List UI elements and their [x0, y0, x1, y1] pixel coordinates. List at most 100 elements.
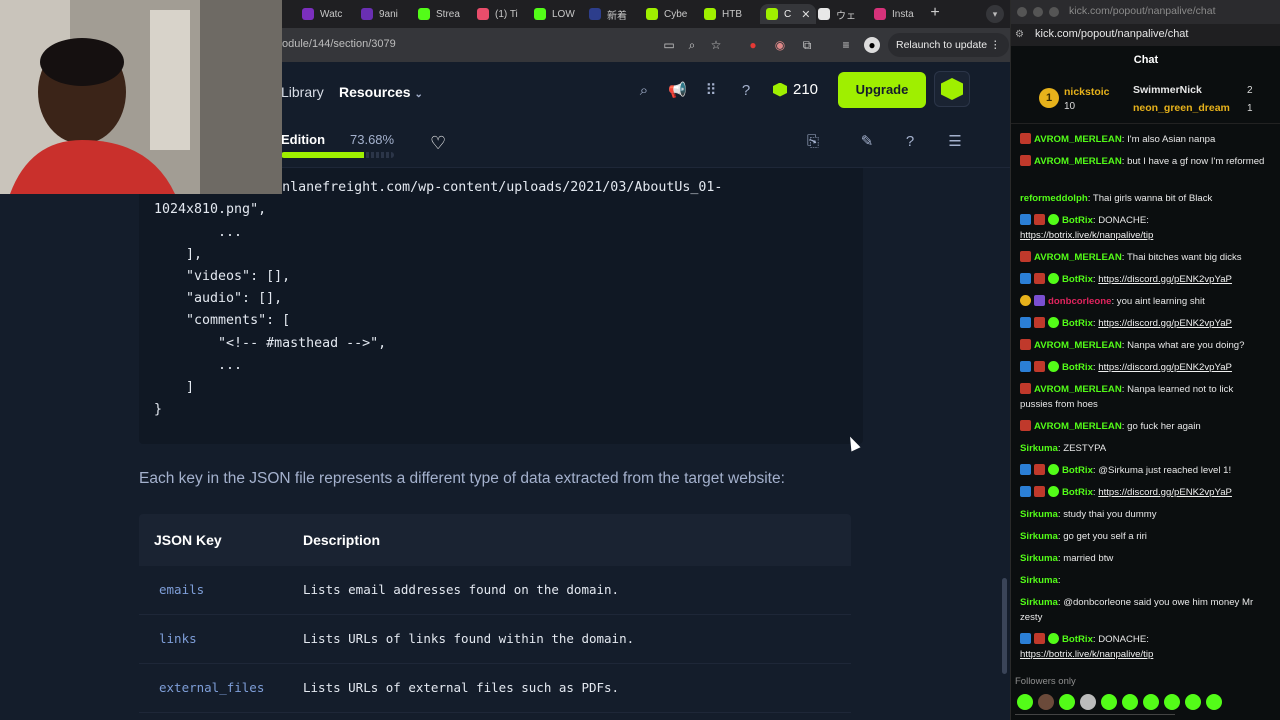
chat-link[interactable]: https://discord.gg/pENK2vpYaP	[1098, 274, 1232, 285]
emote-icon[interactable]	[1185, 694, 1201, 710]
chat-username[interactable]: BotRix	[1062, 465, 1093, 476]
chat-link[interactable]: https://botrix.live/k/nanpalive/tip	[1020, 230, 1153, 241]
chat-username[interactable]: BotRix	[1062, 362, 1093, 373]
cast-icon[interactable]: ▭	[661, 37, 677, 53]
chat-username[interactable]: BotRix	[1062, 487, 1093, 498]
favorite-heart-icon[interactable]: ♡	[430, 133, 446, 154]
profile-avatar-icon[interactable]: ●	[864, 37, 880, 53]
extension-icon[interactable]: ◉	[772, 37, 788, 53]
chat-link[interactable]: https://botrix.live/k/nanpalive/tip	[1020, 649, 1153, 660]
tab-favicon-icon	[766, 8, 778, 20]
chat-header: Chat	[1011, 46, 1280, 76]
relaunch-to-update-button[interactable]: Relaunch to update ⋮	[888, 33, 1009, 57]
json-key-cell: links	[159, 631, 197, 646]
emote-icon[interactable]	[1059, 694, 1075, 710]
emote-icon[interactable]	[1143, 694, 1159, 710]
close-tab-icon[interactable]: ✕	[801, 8, 810, 21]
chat-username[interactable]: AVROM_MERLEAN	[1034, 156, 1122, 167]
user-badge-icon	[1020, 214, 1031, 225]
chat-link[interactable]: https://discord.gg/pENK2vpYaP	[1098, 362, 1232, 373]
chat-username[interactable]: BotRix	[1062, 274, 1093, 285]
chat-window-titlebar: kick.com/popout/nanpalive/chat	[1011, 0, 1280, 24]
chat-message: BotRix: @Sirkuma just reached level 1!	[1020, 464, 1268, 479]
chat-username[interactable]: BotRix	[1062, 634, 1093, 645]
new-tab-button[interactable]: +	[928, 4, 942, 22]
chat-username[interactable]: AVROM_MERLEAN	[1034, 252, 1122, 263]
browser-tab[interactable]: 新着	[589, 4, 627, 24]
maximize-window-icon[interactable]	[1049, 7, 1059, 17]
browser-tab[interactable]: Strea	[418, 4, 460, 24]
browser-tab[interactable]: ウェ	[818, 4, 856, 24]
chat-username[interactable]: AVROM_MERLEAN	[1034, 340, 1122, 351]
browser-tab[interactable]: HTB	[704, 4, 742, 24]
emote-icon[interactable]	[1101, 694, 1117, 710]
user-badge-icon	[1034, 317, 1045, 328]
emote-icon[interactable]	[1122, 694, 1138, 710]
extension-red-icon[interactable]: ●	[745, 37, 761, 53]
emote-icon[interactable]	[1206, 694, 1222, 710]
chat-message: BotRix: https://discord.gg/pENK2vpYaP	[1020, 317, 1268, 332]
browser-tab[interactable]: LOW	[534, 4, 575, 24]
browser-tab[interactable]: Cybe	[646, 4, 687, 24]
search-icon[interactable]: ⌕	[635, 82, 653, 100]
question-icon[interactable]: ?	[901, 133, 919, 151]
module-files-icon[interactable]: ⎘	[804, 133, 822, 151]
chat-username[interactable]: Sirkuma	[1020, 553, 1058, 564]
htb-logo[interactable]	[934, 71, 970, 107]
tab-label: HTB	[722, 8, 742, 20]
help-icon[interactable]: ?	[737, 82, 755, 100]
chat-username[interactable]: Sirkuma	[1020, 509, 1058, 520]
extensions-puzzle-icon[interactable]: ⧉	[799, 37, 815, 53]
notes-pen-icon[interactable]: ✎	[858, 133, 876, 151]
url-field[interactable]: odule/144/section/3079	[282, 38, 396, 50]
chat-username[interactable]: donbcorleone	[1048, 296, 1111, 307]
emote-icon[interactable]	[1017, 694, 1033, 710]
close-window-icon[interactable]	[1017, 7, 1027, 17]
browser-tab[interactable]: C ✕	[760, 4, 817, 24]
nav-library-link[interactable]: Library	[281, 84, 324, 100]
chat-username[interactable]: AVROM_MERLEAN	[1034, 134, 1122, 145]
apps-grid-icon[interactable]: ⠿	[702, 82, 720, 100]
chat-url[interactable]: kick.com/popout/nanpalive/chat	[1035, 28, 1188, 40]
chat-username[interactable]: reformeddolph	[1020, 193, 1088, 204]
leader-second-name[interactable]: SwimmerNick	[1133, 84, 1202, 96]
chat-username[interactable]: Sirkuma	[1020, 531, 1058, 542]
emote-icon[interactable]	[1038, 694, 1054, 710]
minimize-window-icon[interactable]	[1033, 7, 1043, 17]
chat-username[interactable]: Sirkuma	[1020, 575, 1058, 586]
chat-username[interactable]: AVROM_MERLEAN	[1034, 384, 1122, 395]
header-json-key: JSON Key	[154, 532, 222, 548]
chat-message: Sirkuma: @donbcorleone said you owe him …	[1020, 596, 1268, 625]
emote-icon[interactable]	[1080, 694, 1096, 710]
browser-tab[interactable]: Insta	[874, 4, 914, 24]
site-settings-icon[interactable]: ⚙	[1015, 29, 1024, 40]
progress-bar-fill	[281, 152, 365, 158]
user-badge-icon	[1020, 317, 1031, 328]
bookmark-star-icon[interactable]: ☆	[708, 37, 724, 53]
chat-username[interactable]: BotRix	[1062, 318, 1093, 329]
table-of-contents-icon[interactable]: ☰	[946, 133, 964, 151]
chat-input[interactable]	[1015, 714, 1175, 720]
chat-link[interactable]: https://discord.gg/pENK2vpYaP	[1098, 487, 1232, 498]
chat-username[interactable]: Sirkuma	[1020, 443, 1058, 454]
chat-text: : I'm also Asian nanpa	[1121, 134, 1216, 145]
chat-link[interactable]: https://discord.gg/pENK2vpYaP	[1098, 318, 1232, 329]
emote-icon[interactable]	[1164, 694, 1180, 710]
cubes-balance: 210	[773, 81, 818, 98]
nav-resources-dropdown[interactable]: Resources ⌄	[339, 84, 423, 100]
media-controls-icon[interactable]: ≡	[838, 37, 854, 53]
chat-username[interactable]: AVROM_MERLEAN	[1034, 421, 1122, 432]
page-scrollbar[interactable]	[1002, 578, 1007, 674]
chat-popout-window: kick.com/popout/nanpalive/chat ⚙ kick.co…	[1010, 0, 1280, 720]
browser-tab[interactable]: Watc	[302, 4, 342, 24]
chat-username[interactable]: BotRix	[1062, 215, 1093, 226]
chat-username[interactable]: Sirkuma	[1020, 597, 1058, 608]
upgrade-button[interactable]: Upgrade	[838, 72, 926, 108]
leader-third-name[interactable]: neon_green_dream	[1133, 102, 1230, 114]
browser-tab[interactable]: (1) Ti	[477, 4, 518, 24]
announcements-icon[interactable]: 📢	[668, 82, 687, 100]
zoom-icon[interactable]: ⌕	[684, 37, 700, 53]
browser-tab[interactable]: 9ani	[361, 4, 398, 24]
tab-search-chevron-icon[interactable]: ▾	[986, 5, 1004, 23]
leader-first-name[interactable]: nickstoic	[1064, 86, 1110, 98]
